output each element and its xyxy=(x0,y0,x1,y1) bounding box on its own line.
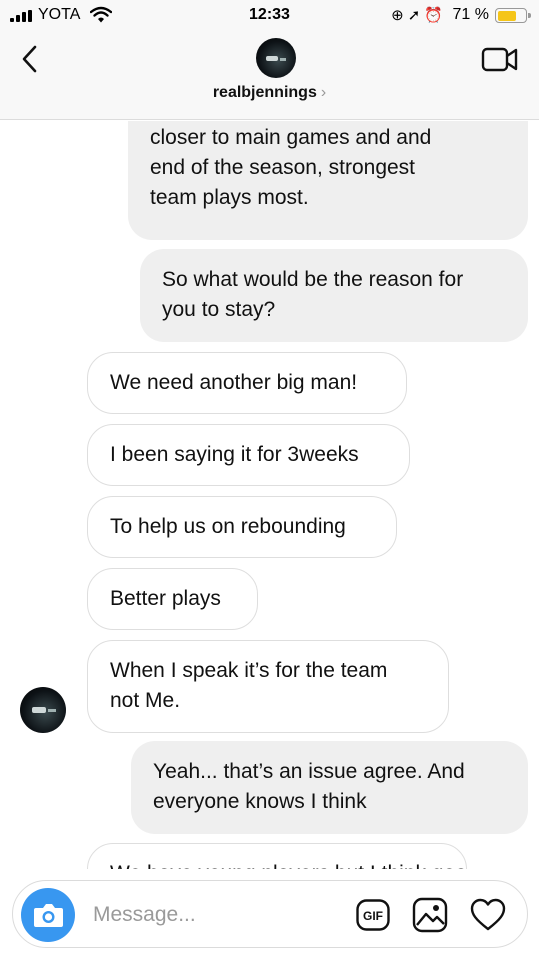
back-arrow-icon[interactable] xyxy=(18,44,42,74)
status-icons: ⊕➚⏰ xyxy=(391,6,447,24)
message-text: Better plays xyxy=(110,587,221,610)
message-text: To help us on rebounding xyxy=(110,515,346,538)
message-bubble[interactable]: To help us on rebounding xyxy=(87,496,397,558)
battery-percent: 71 % xyxy=(452,6,489,23)
message-text: We have young players but I think good f… xyxy=(110,859,466,869)
alarm-icon: ⏰ xyxy=(424,7,447,24)
heart-icon[interactable] xyxy=(470,898,506,932)
conversation-header: realbjennings › xyxy=(0,32,539,120)
message-bubble[interactable]: I been saying it for 3weeks xyxy=(87,424,410,486)
gif-label: GIF xyxy=(363,909,383,923)
battery-icon xyxy=(495,8,531,23)
message-bubble[interactable]: We need another big man! xyxy=(87,352,407,414)
message-input[interactable] xyxy=(93,900,333,930)
message-bubble[interactable]: Yeah... that’s an issue agree. And every… xyxy=(131,741,528,834)
camera-icon xyxy=(34,904,63,927)
battery-fill xyxy=(497,10,516,21)
location-icon: ➚ xyxy=(407,7,425,24)
message-text: We need another big man! xyxy=(110,371,358,394)
message-text: I remember in previous seasons closer to… xyxy=(150,126,432,209)
profile-username[interactable]: realbjennings › xyxy=(0,84,539,102)
avatar[interactable] xyxy=(256,38,296,78)
sender-avatar[interactable] xyxy=(20,687,66,733)
message-bubble[interactable]: So what would be the reason for you to s… xyxy=(140,249,528,342)
video-call-icon[interactable] xyxy=(481,44,519,74)
message-text: When I speak it’s for the team not Me. xyxy=(110,659,388,712)
message-bubble[interactable]: We have young players but I think good f… xyxy=(87,843,467,869)
chevron-right-icon: › xyxy=(320,84,327,101)
camera-button[interactable] xyxy=(21,888,75,942)
username-text[interactable]: realbjennings xyxy=(213,84,317,101)
message-text: Yeah... that’s an issue agree. And every… xyxy=(153,760,465,813)
message-bubble[interactable]: When I speak it’s for the team not Me. xyxy=(87,640,449,733)
message-composer: GIF xyxy=(12,880,528,948)
message-bubble[interactable]: I remember in previous seasons closer to… xyxy=(128,121,528,240)
message-bubble[interactable]: Better plays xyxy=(87,568,258,630)
message-text: I been saying it for 3weeks xyxy=(110,443,359,466)
gallery-icon[interactable] xyxy=(412,897,448,933)
gif-icon[interactable]: GIF xyxy=(356,899,390,931)
message-thread[interactable]: I remember in previous seasons closer to… xyxy=(0,121,539,869)
status-bar: YOTA 12:33 ⊕➚⏰ 71 % xyxy=(0,0,539,32)
message-text: So what would be the reason for you to s… xyxy=(162,268,464,321)
rotation-lock-icon: ⊕ xyxy=(391,7,408,24)
